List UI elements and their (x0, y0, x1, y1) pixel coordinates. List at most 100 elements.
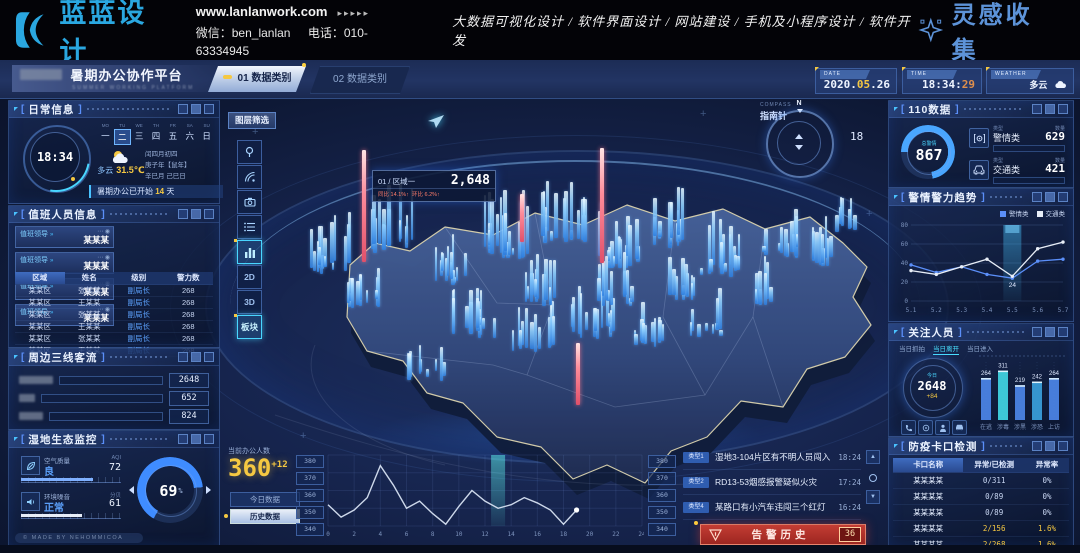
svg-text:264: 264 (981, 371, 992, 377)
duty-col-header[interactable]: 区域 (15, 272, 65, 284)
duty-card[interactable]: 值班领导 »⋯ ◉某某某 (15, 252, 114, 274)
scroll-down-icon[interactable]: ▼ (866, 490, 880, 504)
panel-minimize-icon[interactable] (1032, 441, 1042, 451)
checkpoint-col-1: 异常/已检测 (963, 458, 1025, 472)
duty-cell: 副局长 (114, 297, 164, 308)
panel-window-icon[interactable] (1045, 104, 1055, 114)
panel-window-icon[interactable] (1045, 327, 1055, 337)
layer-btn-radar-icon[interactable] (237, 165, 262, 189)
svg-text:80: 80 (901, 222, 909, 229)
panel-expand-icon[interactable] (1058, 104, 1068, 114)
panel-minimize-icon[interactable] (1032, 192, 1042, 202)
layer-btn-板块[interactable]: 板块 (237, 315, 262, 339)
map-marker-icon[interactable] (426, 112, 446, 130)
panel-duty-staff: [ 值班人员信息] 值班领导 »⋯ ◉某某某值班领导 »⋯ ◉某某某值班领导 »… (8, 205, 220, 348)
alarm-history-button[interactable]: 告警历史 36 (700, 524, 866, 545)
map-tooltip: 01 / 区域一 2,648 同比 14.1%↑ 环比 6.2%↑ (372, 170, 496, 202)
checkpoint-cell: 某某某某 (893, 489, 963, 504)
alarm-history-label: 告警历史 (722, 527, 839, 542)
alert-row[interactable]: 类型2RD13-53烟感报警疑似火灾17:24 (683, 470, 861, 495)
weather-block: 多云31.5℃ 闰四月初四庚子年【鼠年】辛巳月 己巳日 (97, 149, 217, 182)
dashboard: + + + + + (0, 60, 1080, 553)
panel-expand-icon[interactable] (1058, 192, 1068, 202)
footer-band (0, 545, 1080, 553)
svg-text:涉毒: 涉毒 (997, 423, 1009, 431)
collect-label: 灵感收集 (952, 0, 1058, 65)
alert-row[interactable]: 类型1湿地3-104片区有不明人员闯入18:24 (683, 445, 861, 470)
panel-minimize-icon[interactable] (1032, 104, 1042, 114)
zoom-level-value: 18 (850, 130, 863, 143)
tab-data-category-1[interactable]: 01 数据类别 (208, 66, 306, 92)
panel-window-icon[interactable] (191, 434, 201, 444)
duty-col-header[interactable]: 警力数 (164, 272, 214, 284)
focus-tab-当日离开[interactable]: 当日离开 (933, 343, 959, 355)
weekday-二: TU二 (114, 123, 131, 145)
history-data-button[interactable]: 历史数据 (230, 509, 300, 524)
duty-name: 某某某 (83, 260, 109, 272)
layer-btn-list-icon[interactable] (237, 215, 262, 239)
gauge-110: 总警情867 (907, 131, 951, 175)
layer-btn-2D[interactable]: 2D (237, 265, 262, 289)
dashboard-topbar: 暑期办公协作平台 SUMMER WORKING PLATFORM 01 数据类别… (0, 60, 1080, 99)
checkpoint-cell: 0% (1025, 473, 1069, 488)
panel-window-icon[interactable] (1045, 192, 1055, 202)
lanlan-logo[interactable]: 蓝蓝设计 (14, 0, 174, 69)
panel-expand-icon[interactable] (204, 352, 214, 362)
compass-up-chevron[interactable] (795, 134, 803, 139)
duty-col-header[interactable]: 姓名 (65, 272, 115, 284)
panel-window-icon[interactable] (191, 209, 201, 219)
table-row: 某某区王某某副局长268 (15, 297, 213, 309)
inspiration-collect[interactable]: 灵感收集 (918, 0, 1058, 65)
panel-expand-icon[interactable] (1058, 327, 1068, 337)
alert-row[interactable]: 类型4某路口有小汽车违闯三个红灯16:24 (683, 495, 861, 520)
layer-btn-location-pin-icon[interactable] (237, 140, 262, 164)
alert-time: 18:24 (838, 453, 861, 462)
duty-card[interactable]: 值班领导 »⋯ ◉某某某 (15, 226, 114, 248)
panel-minimize-icon[interactable] (178, 352, 188, 362)
leaf-icon (26, 461, 36, 471)
panel-expand-icon[interactable] (204, 209, 214, 219)
office-ytick: 380 (648, 455, 676, 468)
panel-minimize-icon[interactable] (178, 104, 188, 114)
panel-minimize-icon[interactable] (1032, 327, 1042, 337)
table-row: 某某区王某某副局长268 (15, 321, 213, 333)
person-icon[interactable] (935, 420, 950, 435)
duty-col-header[interactable]: 级别 (114, 272, 164, 284)
car-icon[interactable] (952, 420, 967, 435)
svg-text:264: 264 (1049, 371, 1060, 377)
today-data-button[interactable]: 今日数据 (230, 492, 300, 507)
phone-icon[interactable] (901, 420, 916, 435)
dotted-divider (87, 108, 170, 110)
duty-cell: 张某某 (65, 309, 115, 320)
clock-time: 18:34 (30, 132, 80, 182)
office-line-chart: 024681012141618202224 (326, 452, 644, 540)
checkpoint-cell: 某某某某 (893, 505, 963, 520)
focus-tab-当日抓拍[interactable]: 当日抓拍 (899, 343, 925, 355)
website-link[interactable]: www.lanlanwork.com (196, 4, 328, 19)
flow-label-redacted (19, 376, 53, 384)
tab-data-category-2[interactable]: 02 数据类别 (310, 66, 410, 94)
panel-minimize-icon[interactable] (178, 209, 188, 219)
layer-btn-bar-chart-icon[interactable] (237, 240, 262, 264)
layer-btn-3D[interactable]: 3D (237, 290, 262, 314)
target-icon[interactable] (918, 420, 933, 435)
count-value: 421 (1045, 162, 1065, 175)
layer-btn-camera-icon[interactable] (237, 190, 262, 214)
panel-expand-icon[interactable] (1058, 441, 1068, 451)
checkpoint-col-0[interactable]: 卡口名称 (893, 458, 963, 472)
panel-expand-icon[interactable] (204, 104, 214, 114)
panel-title: 防疫卡口检测 (908, 439, 977, 454)
panel-expand-icon[interactable] (204, 434, 214, 444)
panel-window-icon[interactable] (191, 104, 201, 114)
svg-text:242: 242 (1032, 375, 1043, 381)
flow-bar-track (49, 412, 163, 421)
gauge-left-arrow[interactable] (129, 486, 134, 494)
checkpoint-cell: 0/89 (963, 489, 1025, 504)
compass-down-chevron[interactable] (795, 145, 803, 150)
scroll-up-icon[interactable]: ▲ (866, 450, 880, 464)
panel-window-icon[interactable] (1045, 441, 1055, 451)
panel-minimize-icon[interactable] (178, 434, 188, 444)
gauge-right-arrow[interactable] (206, 486, 211, 494)
office-ytick: 340 (296, 523, 324, 536)
panel-window-icon[interactable] (191, 352, 201, 362)
